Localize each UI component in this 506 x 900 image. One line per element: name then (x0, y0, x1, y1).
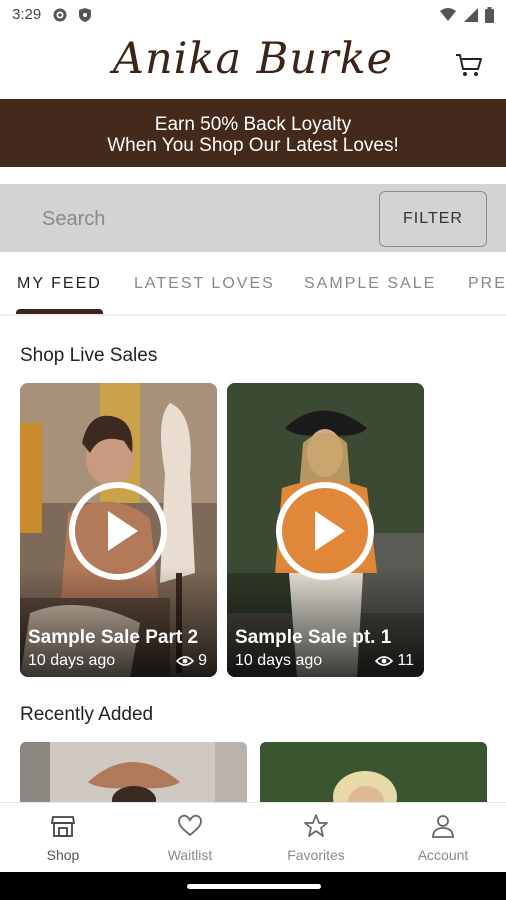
card-date: 10 days ago (28, 652, 116, 669)
bottom-nav: Shop Waitlist Favorites Account (0, 802, 506, 872)
view-count-value: 11 (397, 652, 414, 669)
tab-my-feed[interactable]: MY FEED (17, 275, 102, 293)
product-image (260, 742, 487, 802)
live-sale-card[interactable]: Sample Sale pt. 1 10 days ago 11 (227, 383, 424, 677)
signal-icon (464, 8, 478, 22)
heart-icon (178, 814, 202, 837)
eye-icon (375, 656, 394, 666)
nav-label: Waitlist (167, 847, 213, 863)
category-tabs: MY FEED LATEST LOVES SAMPLE SALE PRE (0, 252, 506, 316)
brand-logo[interactable]: Anika Burke (0, 34, 506, 84)
search-bar: FILTER (0, 184, 506, 252)
tab-latest-loves[interactable]: LATEST LOVES (134, 275, 275, 293)
app-header: Anika Burke (0, 32, 506, 99)
card-date: 10 days ago (235, 652, 323, 669)
card-title: Sample Sale Part 2 (28, 627, 199, 648)
filter-button[interactable]: FILTER (379, 191, 487, 247)
promo-line-2: When You Shop Our Latest Loves! (107, 135, 399, 156)
cart-button[interactable] (454, 50, 484, 80)
settings-icon (53, 8, 67, 22)
nav-label: Account (417, 847, 469, 863)
eye-icon (176, 656, 195, 666)
search-input[interactable] (18, 193, 366, 245)
wifi-icon (440, 8, 456, 21)
active-tab-indicator (16, 309, 103, 314)
view-count-value: 9 (198, 652, 207, 669)
star-icon (304, 814, 328, 837)
tab-pre[interactable]: PRE (468, 275, 506, 293)
status-bar: 3:29 (0, 0, 506, 32)
person-icon (432, 815, 454, 838)
product-image (20, 742, 247, 802)
card-title: Sample Sale pt. 1 (235, 627, 392, 648)
system-gesture-bar (0, 872, 506, 900)
view-count: 11 (375, 652, 414, 670)
section-title-live-sales: Shop Live Sales (20, 345, 158, 366)
play-icon[interactable] (275, 481, 375, 581)
promo-banner[interactable]: Earn 50% Back Loyalty When You Shop Our … (0, 99, 506, 167)
product-thumbnail[interactable] (260, 742, 487, 802)
view-count: 9 (176, 652, 207, 670)
home-gesture-handle[interactable] (187, 884, 321, 889)
play-icon[interactable] (68, 481, 168, 581)
shield-icon (79, 8, 91, 22)
promo-line-1: Earn 50% Back Loyalty (154, 114, 352, 135)
nav-shop[interactable]: Shop (0, 803, 126, 873)
nav-label: Favorites (287, 847, 345, 863)
nav-account[interactable]: Account (380, 803, 506, 873)
nav-label: Shop (46, 847, 80, 863)
nav-waitlist[interactable]: Waitlist (127, 803, 253, 873)
tab-sample-sale[interactable]: SAMPLE SALE (304, 275, 436, 293)
live-sale-card[interactable]: Sample Sale Part 2 10 days ago 9 (20, 383, 217, 677)
section-title-recently-added: Recently Added (20, 704, 154, 725)
product-thumbnail[interactable] (20, 742, 247, 802)
nav-favorites[interactable]: Favorites (253, 803, 379, 873)
status-time: 3:29 (12, 6, 42, 23)
battery-icon (485, 7, 494, 23)
cart-icon (456, 54, 482, 76)
shop-icon (50, 816, 76, 837)
